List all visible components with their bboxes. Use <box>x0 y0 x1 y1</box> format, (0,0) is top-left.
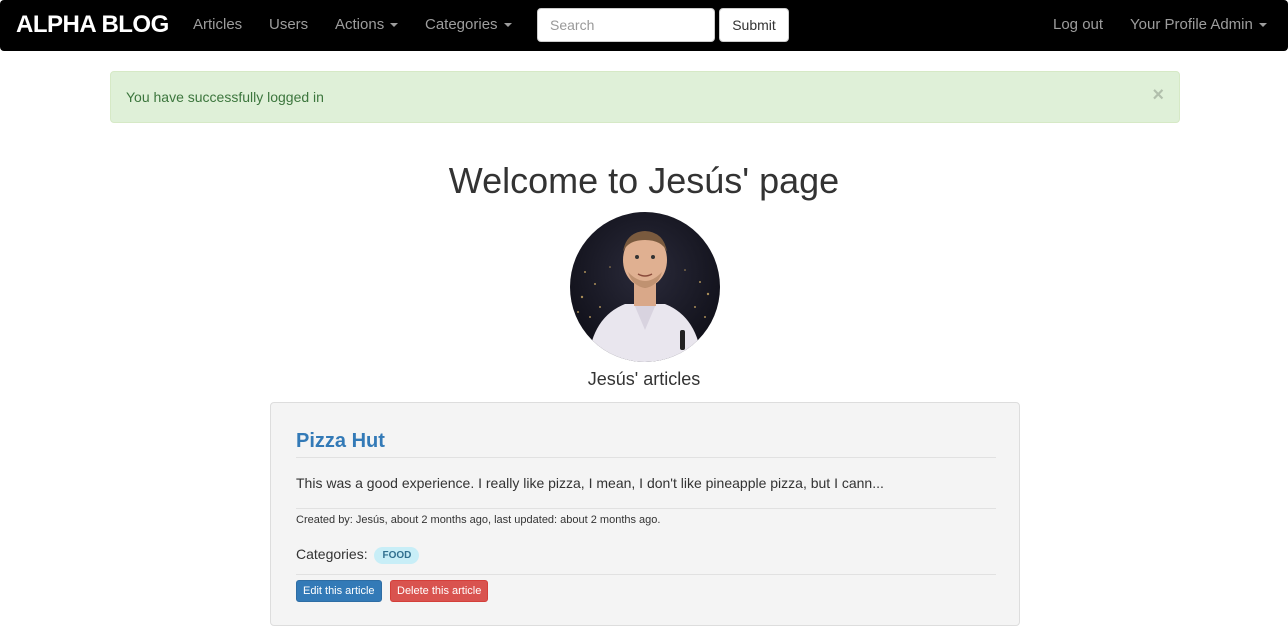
nav-categories-label: Categories <box>425 16 498 33</box>
success-alert: You have successfully logged in × <box>110 71 1180 123</box>
article-card: Pizza Hut This was a good experience. I … <box>270 402 1020 626</box>
categories-label: Categories: <box>296 546 368 562</box>
profile-dropdown[interactable]: Your Profile Admin <box>1130 16 1267 33</box>
alert-message: You have successfully logged in <box>126 89 324 105</box>
caret-down-icon <box>1258 23 1267 28</box>
logout-link[interactable]: Log out <box>1053 16 1103 33</box>
articles-heading: Jesús' articles <box>587 369 701 389</box>
nav-categories-dropdown[interactable]: Categories <box>425 16 512 33</box>
close-icon[interactable]: × <box>1152 85 1164 105</box>
search-input[interactable] <box>537 8 715 42</box>
page-title: Welcome to Jesús' page <box>448 160 840 201</box>
brand-logo[interactable]: ALPHA BLOG <box>16 11 169 39</box>
article-categories: Categories: FOOD <box>296 546 420 564</box>
profile-label: Your Profile Admin <box>1130 16 1253 33</box>
user-photo-icon <box>570 212 720 362</box>
nav-actions-dropdown[interactable]: Actions <box>335 16 399 33</box>
nav-users-link[interactable]: Users <box>269 16 308 33</box>
article-title-link[interactable]: Pizza Hut <box>296 430 385 453</box>
divider <box>296 574 996 575</box>
nav-actions-label: Actions <box>335 16 385 33</box>
avatar <box>570 212 720 362</box>
divider <box>296 508 996 509</box>
navbar: ALPHA BLOG Articles Users Actions Catego… <box>0 0 1288 51</box>
article-meta: Created by: Jesús, about 2 months ago, l… <box>296 514 661 526</box>
nav-articles-link[interactable]: Articles <box>193 16 242 33</box>
caret-down-icon <box>390 23 399 28</box>
caret-down-icon <box>503 23 512 28</box>
edit-article-button[interactable]: Edit this article <box>296 580 382 602</box>
article-description: This was a good experience. I really lik… <box>296 475 884 491</box>
category-badge-food[interactable]: FOOD <box>374 546 420 564</box>
submit-button[interactable]: Submit <box>719 8 789 42</box>
divider <box>296 457 996 458</box>
delete-article-button[interactable]: Delete this article <box>390 580 489 602</box>
